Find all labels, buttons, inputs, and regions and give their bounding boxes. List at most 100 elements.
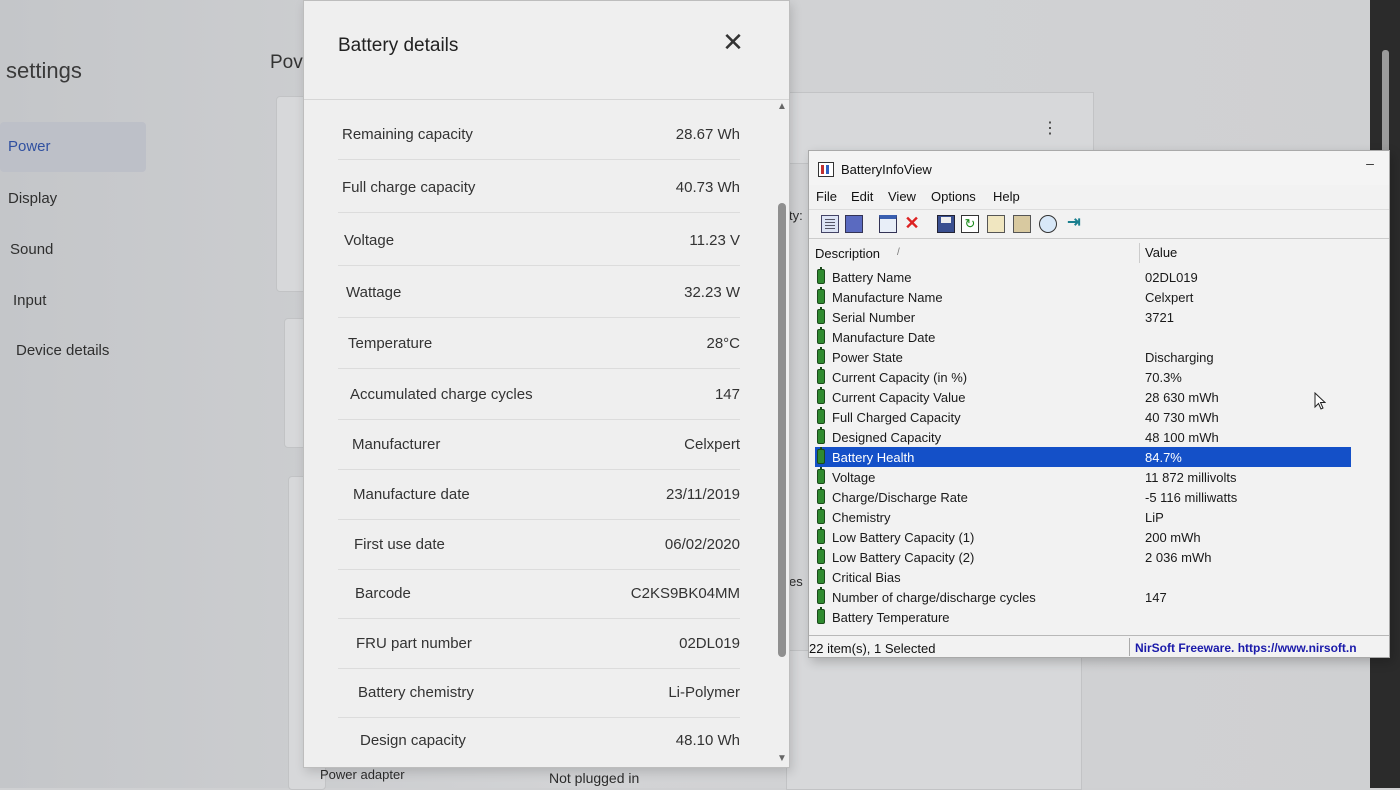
battery-details-list: Remaining capacity 28.67 Wh Full charge c… [304,101,774,769]
detail-label: Manufacturer [352,436,441,453]
refresh-icon[interactable]: ↻ [961,215,979,233]
detail-label: Remaining capacity [342,126,473,143]
menu-view[interactable]: View [888,189,916,204]
detail-label: Battery chemistry [358,684,474,701]
detail-row: Remaining capacity 28.67 Wh [338,109,740,160]
list-item[interactable]: Serial Number 3721 [815,307,1351,327]
column-separator[interactable] [1139,243,1140,263]
detail-row: Manufacture date 23/11/2019 [338,469,740,520]
item-value: LiP [1145,510,1164,525]
list-item[interactable]: Low Battery Capacity (2) 2 036 mWh [815,547,1351,567]
power-adapter-value: Not plugged in [549,770,640,786]
list-item[interactable]: Critical Bias [815,567,1351,587]
battery-icon [817,467,825,484]
window-title: BatteryInfoView [841,162,932,177]
menu-edit[interactable]: Edit [851,189,873,204]
item-value: 11 872 millivolts [1145,470,1237,485]
battery-icon [817,287,825,304]
item-value: 48 100 mWh [1145,430,1219,445]
detail-value: 40.73 Wh [675,179,740,196]
minimize-icon[interactable]: – [1359,155,1381,175]
status-bar: 22 item(s), 1 Selected NirSoft Freeware.… [809,635,1389,657]
list-header: Description / Value [809,241,1389,265]
detail-value: 32.23 W [684,284,740,301]
column-header-value[interactable]: Value [1145,245,1177,260]
nirsoft-link[interactable]: NirSoft Freeware. https://www.nirsoft.n [1135,641,1357,655]
menu-options[interactable]: Options [931,189,976,204]
nav-item-display[interactable]: Display [0,174,146,224]
html-report-icon[interactable] [1013,215,1031,233]
column-header-description[interactable]: Description [815,246,880,261]
list-item[interactable]: Charge/Discharge Rate -5 116 milliwatts [815,487,1351,507]
list-item[interactable]: Number of charge/discharge cycles 147 [815,587,1351,607]
properties-icon[interactable] [821,215,839,233]
list-item[interactable]: Chemistry LiP [815,507,1351,527]
menu-help[interactable]: Help [993,189,1020,204]
find-icon[interactable] [1039,215,1057,233]
detail-row: Accumulated charge cycles 147 [338,369,740,420]
detail-label: Temperature [348,335,433,352]
window-icon[interactable] [879,215,897,233]
detail-row: Temperature 28°C [338,318,740,369]
detail-value: 147 [714,386,740,403]
battery-details-panel: Battery details ✕ Remaining capacity 28.6… [303,0,790,768]
list-item[interactable]: Manufacture Date [815,327,1351,347]
detail-value: 28°C [706,335,740,352]
list-item[interactable]: Battery Temperature [815,607,1351,627]
list-item[interactable]: Current Capacity (in %) 70.3% [815,367,1351,387]
list-item[interactable]: Current Capacity Value 28 630 mWh [815,387,1351,407]
list-item[interactable]: Power State Discharging [815,347,1351,367]
item-description: Battery Name [832,270,912,285]
item-description: Battery Health [832,450,915,465]
detail-label: Wattage [346,284,402,301]
list-item-selected[interactable]: Battery Health 84.7% [815,447,1351,467]
nav-item-sound[interactable]: Sound [0,225,146,275]
item-description: Voltage [832,470,876,485]
more-options-icon[interactable]: ⋮ [1042,118,1058,138]
delete-icon[interactable]: ✕ [903,214,921,233]
list-item[interactable]: Low Battery Capacity (1) 200 mWh [815,527,1351,547]
menu-file[interactable]: File [816,189,837,204]
nav-item-input[interactable]: Input [0,276,146,326]
panel-header: Battery details ✕ [304,1,789,100]
nav-item-power[interactable]: Power [0,122,146,172]
battery-icon [817,507,825,524]
battery-icon [817,387,825,404]
nav-item-device-details[interactable]: Device details [0,326,146,376]
save-icon[interactable] [937,215,955,233]
list-item[interactable]: Full Charged Capacity 40 730 mWh [815,407,1351,427]
scrollbar-thumb[interactable] [778,203,786,657]
item-description: Battery Temperature [832,610,950,625]
scroll-up-icon[interactable]: ▲ [776,101,788,113]
detail-label: FRU part number [356,635,472,652]
detail-label: Voltage [344,232,395,249]
scrollbar[interactable]: ▲ ▼ [776,101,788,767]
settings-text-fragment: es [789,574,803,589]
list-item[interactable]: Battery Name 02DL019 [815,267,1351,287]
menu-bar: File Edit View Options Help [809,185,1389,209]
copy-icon[interactable] [987,215,1005,233]
item-description: Designed Capacity [832,430,942,445]
close-icon[interactable]: ✕ [718,27,748,57]
item-value: 40 730 mWh [1145,410,1219,425]
scroll-down-icon[interactable]: ▼ [776,753,788,765]
battery-log-icon[interactable] [845,215,863,233]
detail-row: First use date 06/02/2020 [338,519,740,570]
battery-icon [817,407,825,424]
detail-value: 48.10 Wh [675,732,740,749]
detail-label: Accumulated charge cycles [350,386,533,403]
detail-value: 11.23 V [689,232,740,249]
exit-icon[interactable]: ⇥ [1065,215,1083,233]
detail-value: Celxpert [684,436,740,453]
list-item[interactable]: Manufacture Name Celxpert [815,287,1351,307]
item-value: 147 [1145,590,1167,605]
detail-value: 06/02/2020 [664,536,740,553]
list-item[interactable]: Designed Capacity 48 100 mWh [815,427,1351,447]
item-description: Number of charge/discharge cycles [832,590,1036,605]
list-item[interactable]: Voltage 11 872 millivolts [815,467,1351,487]
item-value: Celxpert [1145,290,1194,305]
item-description: Low Battery Capacity (2) [832,550,975,565]
detail-row: FRU part number 02DL019 [338,618,740,669]
detail-label: Barcode [355,585,411,602]
battery-icon [817,547,825,564]
